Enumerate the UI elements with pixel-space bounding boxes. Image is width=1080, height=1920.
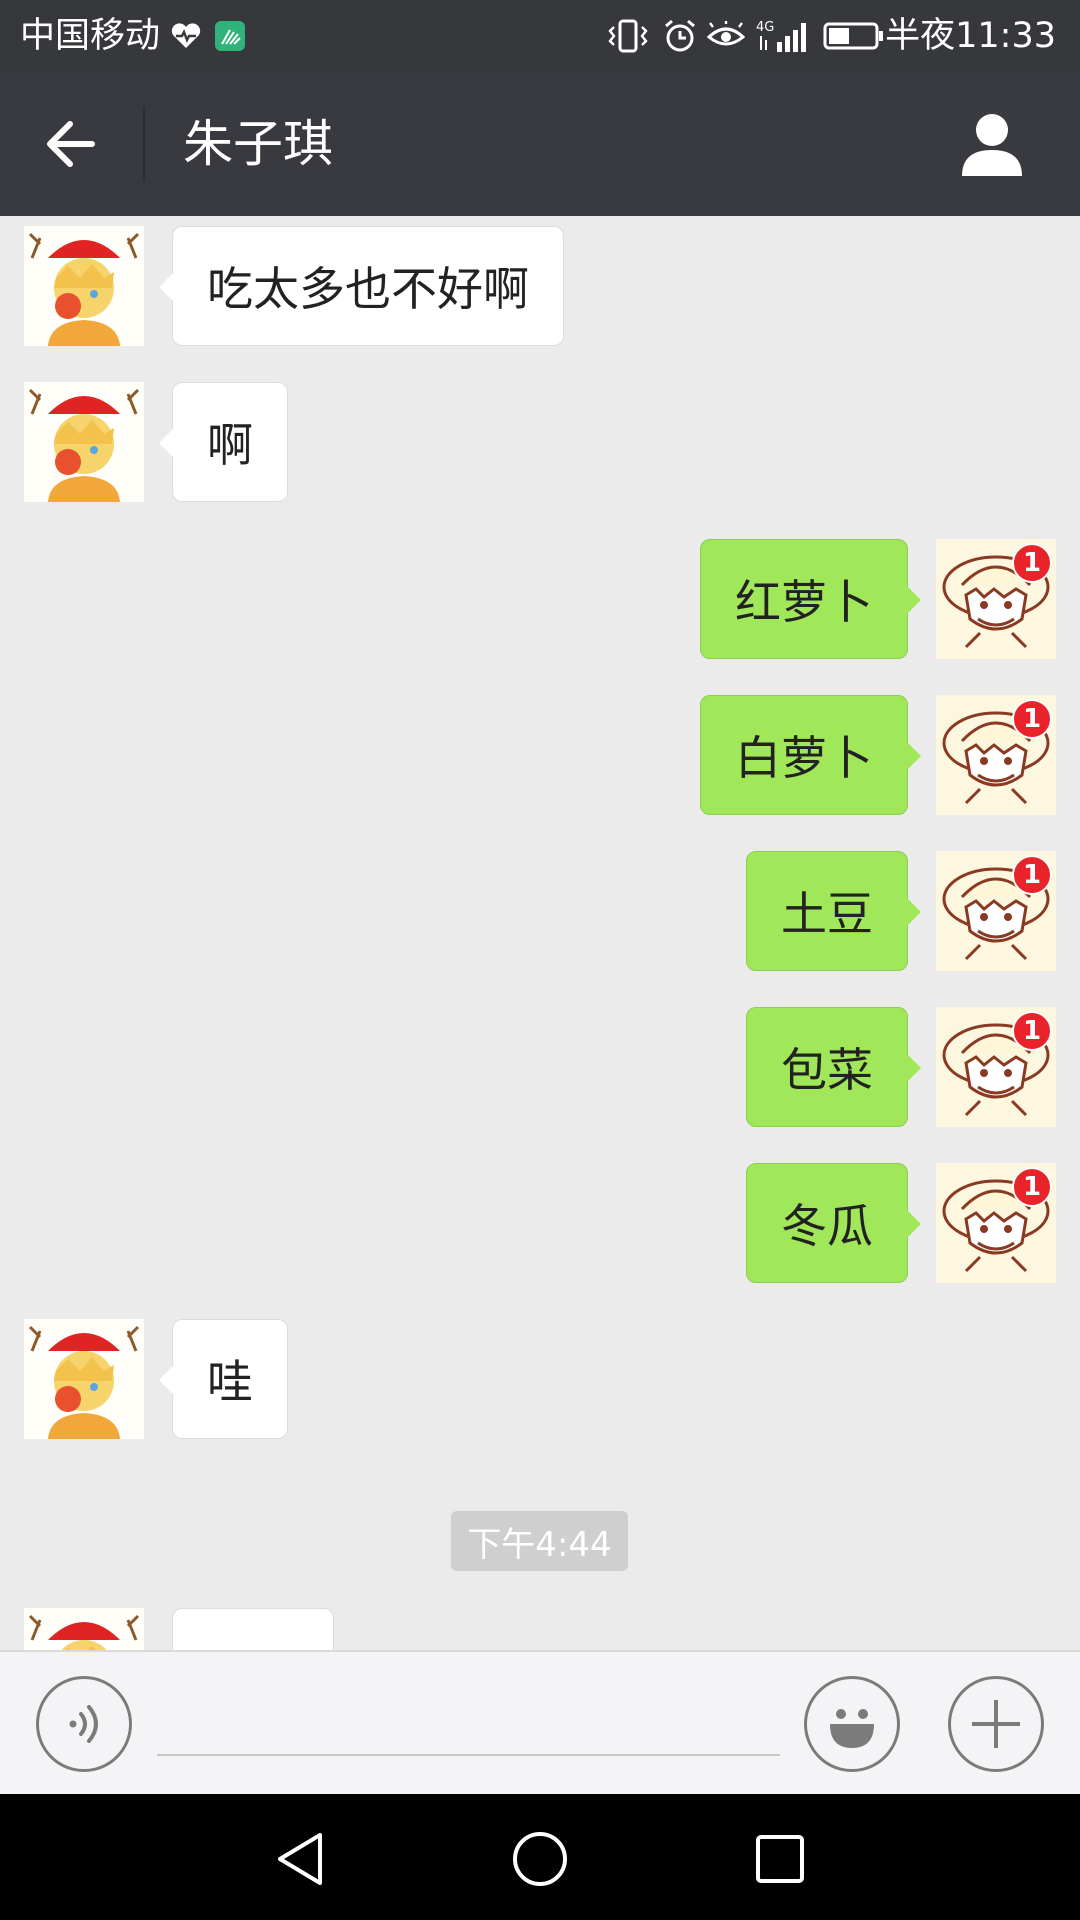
heart-monitor-icon bbox=[168, 14, 204, 58]
emoji-button[interactable] bbox=[804, 1676, 900, 1772]
message-bubble-received[interactable]: …… bbox=[172, 1608, 334, 1650]
input-bar bbox=[0, 1650, 1080, 1794]
plus-icon bbox=[972, 1700, 1020, 1748]
voice-button[interactable] bbox=[36, 1676, 132, 1772]
friend-avatar[interactable] bbox=[24, 382, 144, 502]
my-avatar[interactable]: 1 bbox=[936, 695, 1056, 815]
back-button[interactable] bbox=[40, 114, 104, 174]
message-bubble-received[interactable]: 啊 bbox=[159, 382, 288, 502]
more-button[interactable] bbox=[948, 1676, 1044, 1772]
chat-title: 朱子琪 bbox=[183, 115, 333, 173]
chat-header: 朱子琪 bbox=[0, 72, 1080, 216]
unread-badge: 1 bbox=[1012, 855, 1052, 895]
carrier-name: 中国移动 bbox=[20, 16, 161, 56]
message-bubble-sent[interactable]: 冬瓜 bbox=[746, 1163, 921, 1283]
message-bubble-sent[interactable]: 土豆 bbox=[746, 851, 921, 971]
message-timestamp: 下午4:44 bbox=[451, 1511, 628, 1571]
friend-avatar[interactable] bbox=[24, 1608, 144, 1650]
friend-avatar[interactable] bbox=[24, 1319, 144, 1439]
app-notification-icon bbox=[212, 14, 248, 58]
my-avatar[interactable]: 1 bbox=[936, 851, 1056, 971]
my-avatar[interactable]: 1 bbox=[936, 1007, 1056, 1127]
clock: 半夜11:33 bbox=[885, 16, 1056, 56]
unread-badge: 1 bbox=[1012, 1167, 1052, 1207]
message-bubble-received[interactable]: 哇 bbox=[159, 1319, 288, 1439]
header-divider bbox=[143, 106, 145, 182]
alarm-icon bbox=[660, 14, 700, 58]
eye-comfort-icon bbox=[706, 14, 746, 58]
my-avatar[interactable]: 1 bbox=[936, 1163, 1056, 1283]
my-avatar[interactable]: 1 bbox=[936, 539, 1056, 659]
status-bar: 中国移动 4G 半夜11:33 bbox=[0, 0, 1080, 72]
friend-avatar[interactable] bbox=[24, 226, 144, 346]
voice-icon bbox=[69, 1705, 98, 1743]
unread-badge: 1 bbox=[1012, 699, 1052, 739]
message-input[interactable] bbox=[157, 1692, 780, 1756]
vibrate-icon bbox=[606, 14, 650, 58]
message-list[interactable]: 吃太多也不好啊 啊 红萝卜 1 白萝卜 1 土豆 1 包菜 1 冬瓜 1 哇 下… bbox=[0, 216, 1080, 1650]
nav-back-icon bbox=[278, 1833, 322, 1885]
message-bubble-sent[interactable]: 包菜 bbox=[746, 1007, 921, 1127]
message-bubble-sent[interactable]: 白萝卜 bbox=[700, 695, 921, 815]
arrow-left-icon bbox=[47, 121, 95, 167]
nav-home-button[interactable] bbox=[505, 1824, 575, 1894]
unread-badge: 1 bbox=[1012, 1011, 1052, 1051]
message-bubble-sent[interactable]: 红萝卜 bbox=[700, 539, 921, 659]
emoji-icon bbox=[830, 1709, 874, 1748]
contact-info-button[interactable] bbox=[956, 108, 1028, 180]
battery-icon bbox=[822, 14, 886, 58]
nav-home-icon bbox=[513, 1832, 567, 1886]
nav-recents-button[interactable] bbox=[745, 1824, 815, 1894]
person-icon bbox=[962, 114, 1022, 176]
message-bubble-received[interactable]: 吃太多也不好啊 bbox=[159, 226, 564, 346]
svg-text:4G: 4G bbox=[756, 20, 774, 35]
signal-icon: 4G bbox=[754, 14, 812, 58]
nav-recents-icon bbox=[756, 1835, 804, 1883]
nav-back-button[interactable] bbox=[265, 1824, 335, 1894]
system-nav-bar bbox=[0, 1794, 1080, 1920]
unread-badge: 1 bbox=[1012, 543, 1052, 583]
